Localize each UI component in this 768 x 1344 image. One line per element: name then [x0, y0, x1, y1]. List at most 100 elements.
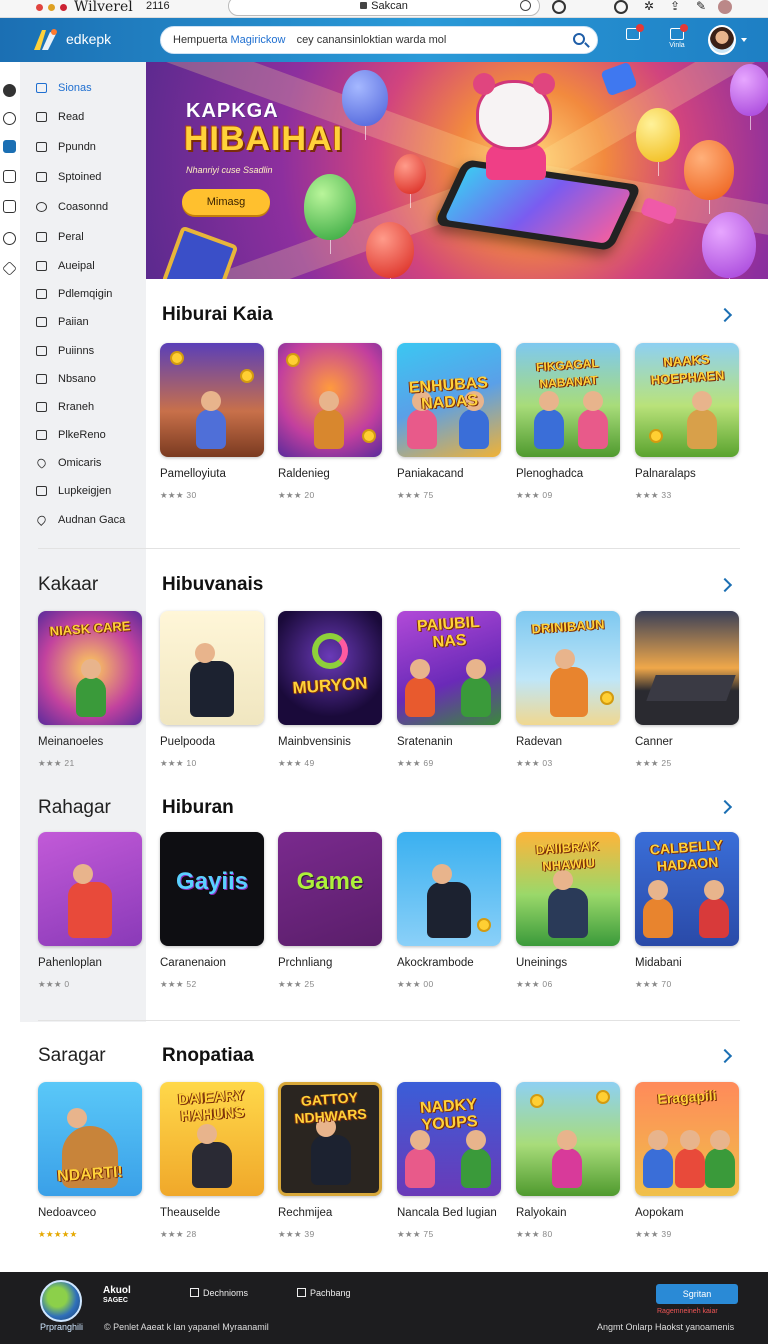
game-name[interactable]: Uneinings: [516, 957, 622, 969]
game-name[interactable]: Ralyokain: [516, 1207, 622, 1219]
game-card[interactable]: Pahenloplan ★★★ 0: [38, 832, 144, 990]
game-name[interactable]: Nancala Bed lugian: [397, 1207, 503, 1219]
sidebar-item-omicaris[interactable]: Omicaris: [35, 454, 101, 472]
reload-icon[interactable]: [520, 0, 531, 11]
game-thumbnail[interactable]: [397, 832, 501, 946]
game-thumbnail[interactable]: NADKY YOUPS: [397, 1082, 501, 1196]
sidebar-item-lupkeigjen[interactable]: Lupkeigjen: [36, 482, 111, 500]
clock-icon[interactable]: [3, 232, 16, 245]
chevron-right-icon[interactable]: [717, 307, 733, 323]
inbox-button[interactable]: [622, 24, 644, 42]
sidebar-item-ppundn[interactable]: Ppundn: [36, 138, 96, 156]
game-thumbnail[interactable]: PAIUBIL NAS: [397, 611, 501, 725]
home-icon[interactable]: [3, 140, 16, 153]
search-icon[interactable]: [573, 33, 585, 45]
search-icon[interactable]: [3, 112, 16, 125]
game-name[interactable]: Aopokam: [635, 1207, 741, 1219]
game-name[interactable]: Theauselde: [160, 1207, 266, 1219]
game-name[interactable]: Prchnliang: [278, 957, 384, 969]
game-thumbnail[interactable]: Game: [278, 832, 382, 946]
chevron-right-icon[interactable]: [717, 1048, 733, 1064]
game-card[interactable]: Pamelloyiuta ★★★ 30: [160, 343, 266, 501]
game-card[interactable]: Puelpooda ★★★ 10: [160, 611, 266, 769]
game-thumbnail[interactable]: FIKGAGAL NABANAT: [516, 343, 620, 457]
sidebar-item-sptoined[interactable]: Sptoined: [36, 168, 101, 186]
sidebar-item-pdlemqigin[interactable]: Pdlemqigin: [36, 285, 112, 303]
game-thumbnail[interactable]: ENHUBAS NADAS: [397, 343, 501, 457]
game-card[interactable]: Raldenieg ★★★ 20: [278, 343, 384, 501]
sidebar-item-paiian[interactable]: Paiian: [36, 313, 89, 331]
game-thumbnail[interactable]: [278, 343, 382, 457]
chevron-right-icon[interactable]: [717, 577, 733, 593]
game-name[interactable]: Mainbvensinis: [278, 736, 384, 748]
game-name[interactable]: Midabani: [635, 957, 741, 969]
game-card[interactable]: Canner ★★★ 25: [635, 611, 741, 769]
game-thumbnail[interactable]: NIASK CARE: [38, 611, 142, 725]
game-card[interactable]: Game Prchnliang ★★★ 25: [278, 832, 384, 990]
game-card[interactable]: DRINIBAUN Radevan ★★★ 03: [516, 611, 622, 769]
game-card[interactable]: Akockrambode ★★★ 00: [397, 832, 503, 990]
game-thumbnail[interactable]: NDARTI!: [38, 1082, 142, 1196]
search-bar[interactable]: Hempuerta Magirickow cey canansinloktian…: [160, 26, 598, 54]
game-card[interactable]: GATTOY NDHWARS Rechmijea ★★★ 39: [278, 1082, 384, 1240]
game-name[interactable]: Puelpooda: [160, 736, 266, 748]
minimize-dot[interactable]: [48, 4, 55, 11]
game-thumbnail[interactable]: DAIIBRAK NHAWIU: [516, 832, 620, 946]
hero-cta-button[interactable]: Mimasg: [182, 189, 270, 215]
sidebar-item-peral[interactable]: Peral: [36, 228, 84, 246]
game-name[interactable]: Nedoavceo: [38, 1207, 144, 1219]
game-thumbnail[interactable]: NAAKS HOEPHAEN: [635, 343, 739, 457]
game-name[interactable]: Pahenloplan: [38, 957, 144, 969]
account-circle-icon[interactable]: [614, 0, 628, 14]
game-name[interactable]: Caranenaion: [160, 957, 266, 969]
extension-icon[interactable]: [552, 0, 566, 14]
sidebar-item-nbsano[interactable]: Nbsano: [36, 370, 96, 388]
game-card[interactable]: CALBELLY HADAON Midabani ★★★ 70: [635, 832, 741, 990]
game-name[interactable]: Plenoghadca: [516, 468, 622, 480]
game-card[interactable]: NAAKS HOEPHAEN Palnaralaps ★★★ 33: [635, 343, 741, 501]
game-card[interactable]: ENHUBAS NADAS Paniakacand ★★★ 75: [397, 343, 503, 501]
app-logo-icon[interactable]: [30, 26, 60, 54]
edit-icon[interactable]: ✎: [694, 0, 708, 14]
sidebar-item-plkereno[interactable]: PlkeReno: [36, 426, 106, 444]
address-bar[interactable]: Sakcan: [228, 0, 540, 16]
game-card[interactable]: PAIUBIL NAS Sratenanin ★★★ 69: [397, 611, 503, 769]
sidebar-item-sionas[interactable]: Sionas: [36, 79, 92, 97]
profile-icon[interactable]: [718, 0, 732, 14]
game-card[interactable]: FIKGAGAL NABANAT Plenoghadca ★★★ 09: [516, 343, 622, 501]
game-thumbnail[interactable]: CALBELLY HADAON: [635, 832, 739, 946]
game-thumbnail[interactable]: [516, 1082, 620, 1196]
game-name[interactable]: Akockrambode: [397, 957, 503, 969]
game-thumbnail[interactable]: GATTOY NDHWARS: [278, 1082, 382, 1196]
game-name[interactable]: Pamelloyiuta: [160, 468, 266, 480]
game-card[interactable]: NADKY YOUPS Nancala Bed lugian ★★★ 75: [397, 1082, 503, 1240]
game-thumbnail[interactable]: Gayiis: [160, 832, 264, 946]
game-card[interactable]: DAIEARY HAHUNS Theauselde ★★★ 28: [160, 1082, 266, 1240]
sidebar-item-coasonnd[interactable]: Coasonnd: [36, 198, 108, 216]
sidebar-item-rraneh[interactable]: Rraneh: [36, 398, 94, 416]
window-controls[interactable]: [36, 4, 67, 11]
game-name[interactable]: Radevan: [516, 736, 622, 748]
game-card[interactable]: Ralyokain ★★★ 80: [516, 1082, 622, 1240]
game-card[interactable]: NDARTI! Nedoavceo ★★★★★: [38, 1082, 144, 1240]
notification-button[interactable]: Vinla: [666, 24, 688, 49]
footer-signup-button[interactable]: Sgritan: [656, 1284, 738, 1304]
game-thumbnail[interactable]: [160, 611, 264, 725]
chevron-right-icon[interactable]: [717, 799, 733, 815]
share-icon[interactable]: ⇪: [668, 0, 682, 14]
game-name[interactable]: Canner: [635, 736, 741, 748]
game-thumbnail[interactable]: [38, 832, 142, 946]
game-thumbnail[interactable]: MURYON: [278, 611, 382, 725]
game-name[interactable]: Rechmijea: [278, 1207, 384, 1219]
sidebar-item-read[interactable]: Read: [36, 108, 84, 126]
game-card[interactable]: Gayiis Caranenaion ★★★ 52: [160, 832, 266, 990]
hero-banner[interactable]: KAPKGA HIBAIHAI Nhanriyi cuse Ssadlin Mi…: [146, 62, 768, 279]
footer-link[interactable]: Pachbang: [297, 1288, 351, 1298]
game-thumbnail[interactable]: DRINIBAUN: [516, 611, 620, 725]
crop-icon[interactable]: [3, 170, 16, 183]
game-thumbnail[interactable]: [635, 611, 739, 725]
store-icon[interactable]: [3, 200, 16, 213]
sidebar-item-aueipal[interactable]: Aueipal: [36, 257, 95, 275]
game-name[interactable]: Palnaralaps: [635, 468, 741, 480]
game-thumbnail[interactable]: Eragapili: [635, 1082, 739, 1196]
